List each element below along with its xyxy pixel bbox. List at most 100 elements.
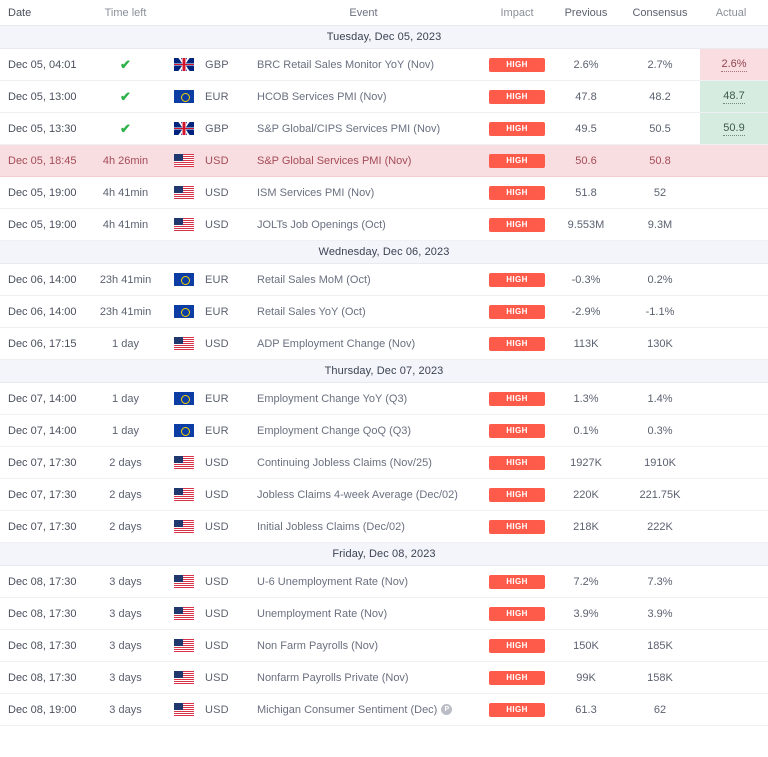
consensus-value: -1.1% — [645, 305, 675, 318]
event-name-text: Retail Sales YoY (Oct) — [257, 305, 366, 318]
currency-code: USD — [205, 186, 229, 199]
event-name[interactable]: Continuing Jobless Claims (Nov/25) — [245, 457, 482, 469]
preliminary-icon[interactable]: P — [441, 704, 453, 716]
impact-badge: HIGH — [489, 638, 545, 653]
event-date: Dec 08, 17:30 — [8, 575, 77, 588]
event-name-text: U-6 Unemployment Rate (Nov) — [257, 575, 408, 588]
event-row[interactable]: Dec 08, 17:30 3 days USD U-6 Unemployment R… — [0, 566, 768, 598]
column-header-consensus[interactable]: Consensus — [620, 7, 700, 19]
consensus-value: 0.3% — [647, 424, 673, 437]
column-header-date[interactable]: Date — [0, 7, 88, 19]
event-name[interactable]: ADP Employment Change (Nov) — [245, 338, 482, 350]
consensus-value: 52 — [653, 186, 667, 199]
us-flag-icon — [174, 575, 194, 588]
previous-value: 218K — [573, 520, 599, 533]
impact-cell: HIGH — [482, 574, 552, 589]
event-name[interactable]: Initial Jobless Claims (Dec/02) — [245, 521, 482, 533]
event-row[interactable]: Dec 05, 19:00 4h 41min USD JOLTs Job Openin… — [0, 209, 768, 241]
time-left-cell: 3 days — [109, 607, 142, 620]
event-row[interactable]: Dec 05, 18:45 4h 26min USD S&P Global Servi… — [0, 145, 768, 177]
us-flag-icon — [174, 456, 194, 469]
impact-badge: HIGH — [489, 574, 545, 589]
event-name[interactable]: Unemployment Rate (Nov) — [245, 608, 482, 620]
event-row[interactable]: Dec 05, 13:00 ✔ EUR HCOB Services PMI (Nov)… — [0, 81, 768, 113]
column-header-impact[interactable]: Impact — [482, 7, 552, 19]
currency-code: USD — [205, 703, 229, 716]
currency-code: USD — [205, 639, 229, 652]
day-separator-row: Thursday, Dec 07, 2023 — [0, 360, 768, 383]
event-row[interactable]: Dec 07, 14:00 1 day EUR Employment Change Q… — [0, 415, 768, 447]
time-left-cell: 2 days — [109, 488, 142, 501]
released-check-cell: ✔ — [88, 122, 163, 136]
actual-value-cell — [700, 383, 768, 414]
currency-code: USD — [205, 456, 229, 469]
event-name[interactable]: ISM Services PMI (Nov) — [245, 187, 482, 199]
eu-flag-icon — [174, 273, 194, 286]
event-name[interactable]: Employment Change YoY (Q3) — [245, 393, 482, 405]
impact-badge: HIGH — [489, 57, 545, 72]
released-check-cell: ✔ — [88, 90, 163, 104]
country-flag-cell — [163, 186, 205, 199]
event-date: Dec 05, 13:00 — [8, 90, 77, 103]
us-flag-icon — [174, 218, 194, 231]
event-name[interactable]: Retail Sales MoM (Oct) — [245, 274, 482, 286]
event-name[interactable]: Retail Sales YoY (Oct) — [245, 306, 482, 318]
event-name[interactable]: U-6 Unemployment Rate (Nov) — [245, 576, 482, 588]
column-header-actual[interactable]: Actual — [700, 0, 768, 25]
impact-badge: HIGH — [489, 455, 545, 470]
actual-value-cell — [700, 264, 768, 295]
actual-value-cell — [700, 177, 768, 208]
event-row[interactable]: Dec 07, 17:30 2 days USD Initial Jobless Cl… — [0, 511, 768, 543]
column-header-event[interactable]: Event — [245, 7, 482, 19]
time-left-cell: 4h 41min — [102, 186, 149, 199]
event-name[interactable]: JOLTs Job Openings (Oct) — [245, 219, 482, 231]
event-name-text: Jobless Claims 4-week Average (Dec/02) — [257, 488, 458, 501]
event-name[interactable]: Nonfarm Payrolls Private (Nov) — [245, 672, 482, 684]
event-name[interactable]: BRC Retail Sales Monitor YoY (Nov) — [245, 59, 482, 71]
table-body: Tuesday, Dec 05, 2023 Dec 05, 04:01 ✔ GBP BR… — [0, 26, 768, 726]
event-name[interactable]: Employment Change QoQ (Q3) — [245, 425, 482, 437]
check-icon: ✔ — [120, 120, 131, 136]
country-flag-cell — [163, 392, 205, 405]
previous-value: 3.9% — [573, 607, 599, 620]
impact-badge: HIGH — [489, 670, 545, 685]
event-row[interactable]: Dec 08, 19:00 3 days USD Michigan Consumer … — [0, 694, 768, 726]
previous-value: 0.1% — [573, 424, 599, 437]
event-row[interactable]: Dec 05, 04:01 ✔ GBP BRC Retail Sales Monito… — [0, 49, 768, 81]
actual-value-cell — [700, 694, 768, 725]
us-flag-icon — [174, 639, 194, 652]
event-date: Dec 08, 19:00 — [8, 703, 77, 716]
event-row[interactable]: Dec 07, 17:30 2 days USD Continuing Jobless… — [0, 447, 768, 479]
event-name[interactable]: S&P Global Services PMI (Nov) — [245, 155, 482, 167]
column-header-time-left[interactable]: Time left — [88, 7, 163, 19]
event-date: Dec 05, 19:00 — [8, 186, 77, 199]
event-row[interactable]: Dec 06, 17:15 1 day USD ADP Employment Chan… — [0, 328, 768, 360]
country-flag-cell — [163, 90, 205, 103]
event-row[interactable]: Dec 08, 17:30 3 days USD Non Farm Payrolls … — [0, 630, 768, 662]
country-flag-cell — [163, 337, 205, 350]
event-row[interactable]: Dec 08, 17:30 3 days USD Unemployment Rate … — [0, 598, 768, 630]
impact-badge: HIGH — [489, 606, 545, 621]
previous-value: -0.3% — [571, 273, 601, 286]
event-row[interactable]: Dec 06, 14:00 23h 41min EUR Retail Sales Mo… — [0, 264, 768, 296]
column-header-previous[interactable]: Previous — [552, 7, 620, 19]
event-name[interactable]: S&P Global/CIPS Services PMI (Nov) — [245, 123, 482, 135]
event-row[interactable]: Dec 05, 13:30 ✔ GBP S&P Global/CIPS Service… — [0, 113, 768, 145]
country-flag-cell — [163, 639, 205, 652]
gb-flag-icon — [174, 58, 194, 71]
event-row[interactable]: Dec 08, 17:30 3 days USD Nonfarm Payrolls P… — [0, 662, 768, 694]
event-row[interactable]: Dec 06, 14:00 23h 41min EUR Retail Sales Yo… — [0, 296, 768, 328]
event-row[interactable]: Dec 07, 17:30 2 days USD Jobless Claims 4-w… — [0, 479, 768, 511]
event-row[interactable]: Dec 05, 19:00 4h 41min USD ISM Services PMI… — [0, 177, 768, 209]
impact-badge: HIGH — [489, 89, 545, 104]
eu-flag-icon — [174, 305, 194, 318]
event-name[interactable]: HCOB Services PMI (Nov) — [245, 91, 482, 103]
currency-code: USD — [205, 671, 229, 684]
event-name[interactable]: Jobless Claims 4-week Average (Dec/02) — [245, 489, 482, 501]
impact-cell: HIGH — [482, 217, 552, 232]
currency-code: USD — [205, 575, 229, 588]
country-flag-cell — [163, 154, 205, 167]
event-name[interactable]: Michigan Consumer Sentiment (Dec) P — [245, 704, 482, 716]
event-name[interactable]: Non Farm Payrolls (Nov) — [245, 640, 482, 652]
event-row[interactable]: Dec 07, 14:00 1 day EUR Employment Change Y… — [0, 383, 768, 415]
